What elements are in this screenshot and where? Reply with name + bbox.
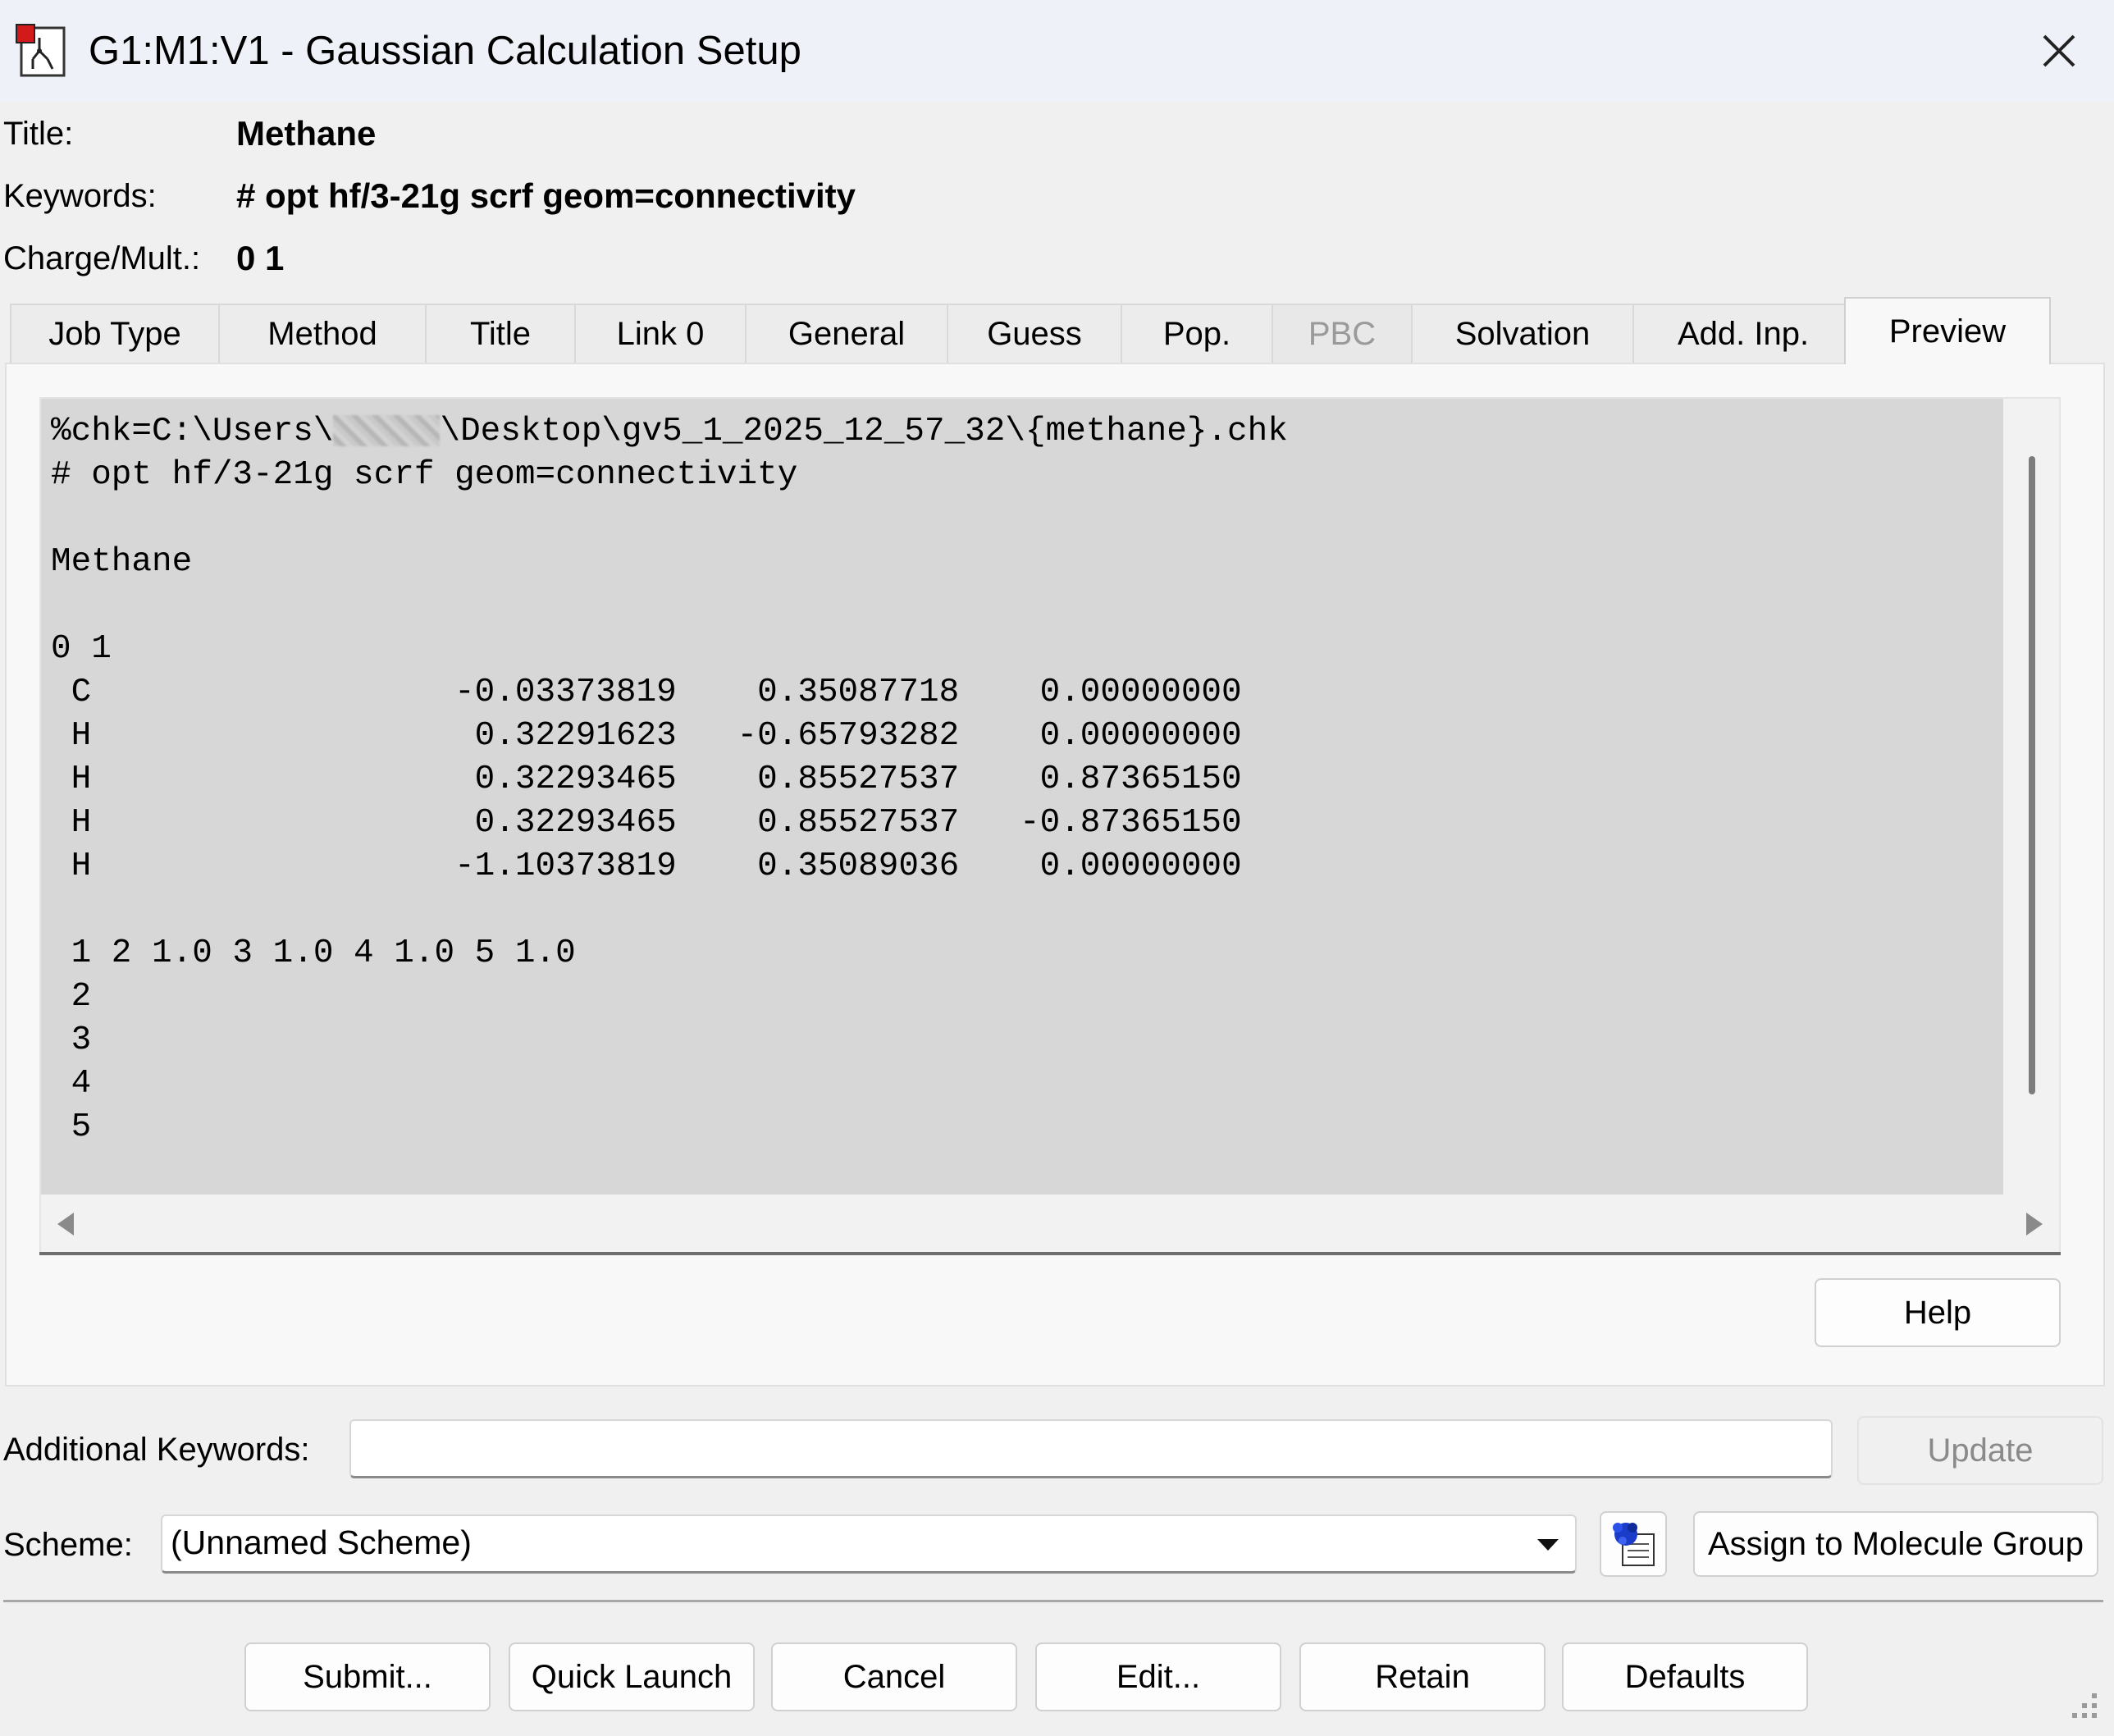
preview-route-line: # opt hf/3-21g scrf geom=connectivity	[51, 456, 798, 494]
preview-connectivity-line: 2	[51, 978, 92, 1016]
separator	[3, 1600, 2103, 1602]
preview-chk-line: %chk=C:\Users\ \Desktop\gv5_1_2025_12_57_…	[51, 410, 1288, 454]
tab-pop[interactable]: Pop.	[1121, 304, 1273, 363]
window-title: G1:M1:V1 - Gaussian Calculation Setup	[89, 29, 801, 73]
title-bar: G1:M1:V1 - Gaussian Calculation Setup	[0, 0, 2114, 102]
tab-preview[interactable]: Preview	[1844, 297, 2051, 364]
scheme-manager-button[interactable]	[1600, 1511, 1667, 1577]
edit-button[interactable]: Edit...	[1035, 1642, 1281, 1711]
scroll-left-arrow-icon	[57, 1213, 74, 1236]
gaussview-app-icon	[16, 24, 66, 77]
vertical-scrollbar-thumb[interactable]	[2029, 456, 2035, 1094]
charge-mult-label: Charge/Mult.:	[3, 240, 201, 276]
scheme-select[interactable]: (Unnamed Scheme)	[161, 1514, 1577, 1574]
additional-keywords-input[interactable]	[349, 1419, 1833, 1478]
quick-launch-button[interactable]: Quick Launch	[509, 1642, 755, 1711]
scheme-manager-icon	[1613, 1523, 1655, 1566]
preview-charge-mult-line: 0 1	[51, 630, 112, 668]
cancel-button[interactable]: Cancel	[771, 1642, 1017, 1711]
preview-chk-prefix: %chk=C:\Users\	[51, 413, 334, 450]
close-icon[interactable]	[2026, 18, 2092, 84]
preview-chk-suffix: \Desktop\gv5_1_2025_12_57_32\{methane}.c…	[440, 413, 1288, 450]
chevron-down-icon	[1537, 1539, 1559, 1551]
scheme-label: Scheme:	[3, 1527, 133, 1563]
preview-connectivity-line: 5	[51, 1108, 92, 1146]
submit-button[interactable]: Submit...	[244, 1642, 491, 1711]
tab-link0[interactable]: Link 0	[574, 304, 747, 363]
tab-title[interactable]: Title	[425, 304, 576, 363]
preview-connectivity-line: 3	[51, 1021, 92, 1059]
help-button[interactable]: Help	[1815, 1278, 2061, 1347]
tab-pbc: PBC	[1272, 304, 1413, 363]
charge-mult-value: 0 1	[236, 239, 285, 277]
preview-connectivity-line: 4	[51, 1065, 92, 1103]
tab-method[interactable]: Method	[218, 304, 427, 363]
title-label: Title:	[3, 116, 74, 152]
scheme-selected-value: (Unnamed Scheme)	[171, 1524, 472, 1561]
scroll-right-arrow-icon	[2026, 1213, 2043, 1236]
preview-connectivity-line: 1 2 1.0 3 1.0 4 1.0 5 1.0	[51, 934, 576, 972]
horizontal-scrollbar-track	[39, 1252, 2061, 1255]
resize-grip-icon[interactable]	[2062, 1683, 2102, 1723]
tab-general[interactable]: General	[745, 304, 948, 363]
title-value: Methane	[236, 114, 377, 153]
keywords-label: Keywords:	[3, 178, 157, 214]
preview-atom-line: C -0.03373819 0.35087718 0.00000000	[51, 674, 1242, 711]
tab-guess[interactable]: Guess	[947, 304, 1122, 363]
redacted-username	[333, 415, 441, 447]
preview-atom-line: H 0.32293465 0.85527537 -0.87365150	[51, 804, 1242, 842]
preview-title-line: Methane	[51, 543, 193, 581]
assign-to-molecule-group-button[interactable]: Assign to Molecule Group	[1693, 1511, 2098, 1577]
update-button: Update	[1857, 1416, 2103, 1485]
keywords-value: # opt hf/3-21g scrf geom=connectivity	[236, 176, 856, 215]
horizontal-scrollbar[interactable]	[41, 1196, 2059, 1254]
tab-add-inp[interactable]: Add. Inp.	[1632, 304, 1854, 363]
preview-atom-line: H 0.32291623 -0.65793282 0.00000000	[51, 717, 1242, 755]
preview-atom-line: H -1.10373819 0.35089036 0.00000000	[51, 847, 1242, 885]
tab-job-type[interactable]: Job Type	[10, 304, 220, 363]
retain-button[interactable]: Retain	[1299, 1642, 1546, 1711]
additional-keywords-label: Additional Keywords:	[3, 1432, 310, 1468]
defaults-button[interactable]: Defaults	[1562, 1642, 1808, 1711]
preview-atom-line: H 0.32293465 0.85527537 0.87365150	[51, 761, 1242, 798]
tab-solvation[interactable]: Solvation	[1411, 304, 1634, 363]
